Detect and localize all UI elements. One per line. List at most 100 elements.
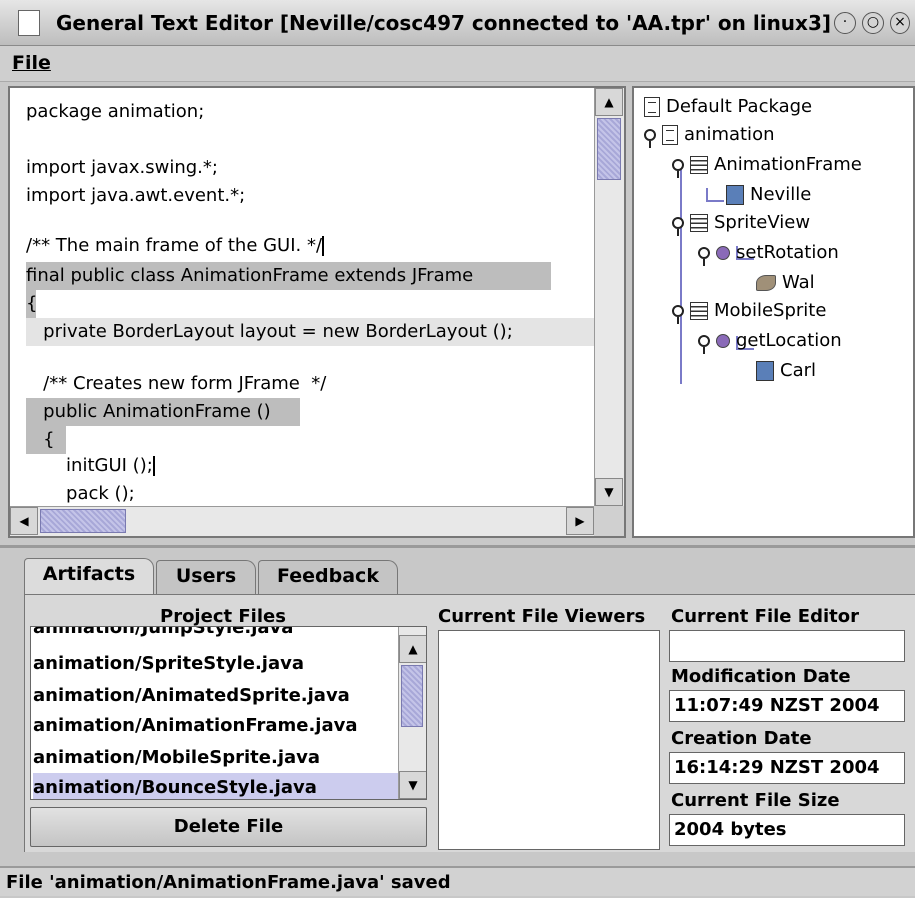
tree-node-label: animation (684, 124, 775, 145)
method-icon (716, 246, 730, 260)
class-icon (690, 156, 708, 174)
menu-file[interactable]: File (12, 52, 51, 74)
tree-node-neville[interactable]: Neville (726, 180, 811, 210)
scroll-right-icon[interactable]: ▶ (566, 507, 594, 535)
user-icon (726, 185, 744, 205)
menu-bar: File (0, 46, 915, 82)
tree-node-label: MobileSprite (714, 300, 827, 321)
scroll-down-icon[interactable]: ▼ (399, 771, 426, 799)
tree-node-carl[interactable]: Carl (756, 356, 816, 386)
code-line: import java.awt.event.*; (26, 185, 246, 206)
editor-vertical-scrollbar[interactable]: ▲ ▼ (594, 88, 624, 506)
code-editor[interactable]: package animation; import javax.swing.*;… (8, 86, 626, 538)
code-line: initGUI (); (26, 452, 155, 480)
tree-node-label: Default Package (666, 96, 813, 117)
scroll-left-icon[interactable]: ◀ (10, 507, 38, 535)
files-vertical-scrollbar[interactable]: ▲ ▼ (398, 627, 426, 799)
menu-file-label: File (12, 52, 51, 74)
tree-node-mobilesprite[interactable]: MobileSprite (672, 296, 826, 326)
tree-node-label: AnimationFrame (714, 154, 862, 175)
list-item[interactable]: animation/MobileSprite.java (33, 743, 400, 773)
maximize-icon[interactable]: ○ (862, 12, 884, 34)
expand-handle-icon[interactable] (698, 335, 710, 354)
scroll-up-icon[interactable]: ▲ (595, 88, 623, 116)
tree-node-default-package[interactable]: Default Package (644, 92, 812, 122)
window-title: General Text Editor [Neville/cosc497 con… (56, 11, 831, 35)
tab-feedback[interactable]: Feedback (258, 560, 398, 594)
expand-handle-icon[interactable] (672, 217, 684, 236)
status-bar: File 'animation/AnimationFrame.java' sav… (0, 866, 915, 896)
document-icon (18, 10, 40, 36)
editor-header: Current File Editor (671, 606, 859, 627)
list-item-selected[interactable]: animation/BounceStyle.java (33, 773, 400, 799)
minimize-icon[interactable]: · (834, 12, 856, 34)
project-files-list[interactable]: animation/JumpStyle.java animation/Sprit… (30, 626, 427, 800)
method-icon (716, 334, 730, 348)
code-line: { (26, 290, 37, 318)
delete-file-button[interactable]: Delete File (30, 807, 427, 847)
scroll-thumb[interactable] (597, 118, 621, 180)
code-line: /** Creates new form JFrame */ (26, 373, 327, 394)
editor-horizontal-scrollbar[interactable]: ◀ ▶ (10, 506, 594, 536)
file-size-label: Current File Size (671, 790, 840, 811)
code-line: pack (); (26, 483, 135, 504)
text-cursor (322, 236, 325, 256)
package-icon (662, 125, 678, 145)
tree-node-getlocation[interactable]: getLocation (698, 326, 842, 356)
code-line-text: initGUI (); (26, 455, 153, 476)
modification-date-label: Modification Date (671, 666, 851, 687)
code-line: public AnimationFrame () (26, 398, 300, 426)
package-icon (644, 97, 660, 117)
tree-node-label: setRotation (736, 242, 839, 263)
tree-node-label: getLocation (736, 330, 842, 351)
list-item[interactable]: animation/AnimatedSprite.java (33, 681, 400, 711)
class-icon (690, 302, 708, 320)
tree-node-label: Neville (750, 184, 812, 205)
title-bar: General Text Editor [Neville/cosc497 con… (0, 0, 915, 46)
code-line: { (26, 426, 66, 454)
expand-handle-icon[interactable] (672, 159, 684, 178)
creation-date-field: 16:14:29 NZST 2004 (669, 752, 905, 784)
close-icon[interactable]: × (890, 12, 910, 34)
code-line-text: /** The main frame of the GUI. */ (26, 235, 323, 256)
code-line: final public class AnimationFrame extend… (26, 262, 551, 290)
code-line: private BorderLayout layout = new Border… (26, 318, 594, 346)
tree-node-wal[interactable]: Wal (756, 268, 815, 298)
tree-node-animation[interactable]: animation (644, 120, 774, 150)
tree-node-spriteview[interactable]: SpriteView (672, 208, 810, 238)
code-line: /** The main frame of the GUI. */ (26, 232, 325, 260)
list-item[interactable]: animation/AnimationFrame.java (33, 711, 400, 741)
file-viewers-list[interactable] (438, 630, 660, 850)
user-icon (756, 275, 776, 291)
project-tree[interactable]: Default Package animation AnimationFrame… (632, 86, 915, 538)
tree-node-setrotation[interactable]: setRotation (698, 238, 839, 268)
creation-date-label: Creation Date (671, 728, 812, 749)
class-icon (690, 214, 708, 232)
file-size-field: 2004 bytes (669, 814, 905, 846)
split-pane-divider[interactable] (0, 545, 915, 548)
tree-node-label: Carl (780, 360, 816, 381)
expand-handle-icon[interactable] (698, 247, 710, 266)
scroll-up-icon[interactable]: ▲ (399, 635, 426, 663)
tab-users[interactable]: Users (156, 560, 256, 594)
scrollbar-corner (594, 506, 624, 536)
user-icon (756, 361, 774, 381)
tree-node-label: SpriteView (714, 212, 811, 233)
text-cursor (152, 456, 155, 476)
current-editor-field (669, 630, 905, 662)
code-line: package animation; (26, 101, 205, 122)
tree-node-label: Wal (782, 272, 815, 293)
expand-handle-icon[interactable] (672, 305, 684, 324)
list-item[interactable]: animation/SpriteStyle.java (33, 649, 400, 679)
code-line: import javax.swing.*; (26, 157, 218, 178)
scroll-thumb[interactable] (40, 509, 126, 533)
expand-handle-icon[interactable] (644, 129, 656, 148)
modification-date-field: 11:07:49 NZST 2004 (669, 690, 905, 722)
code-area[interactable]: package animation; import javax.swing.*;… (10, 88, 594, 506)
list-item[interactable]: animation/JumpStyle.java (33, 627, 400, 643)
tree-node-animationframe[interactable]: AnimationFrame (672, 150, 862, 180)
scroll-down-icon[interactable]: ▼ (595, 478, 623, 506)
tab-artifacts[interactable]: Artifacts (24, 558, 154, 596)
viewers-header: Current File Viewers (438, 606, 646, 627)
scroll-thumb[interactable] (401, 665, 423, 727)
